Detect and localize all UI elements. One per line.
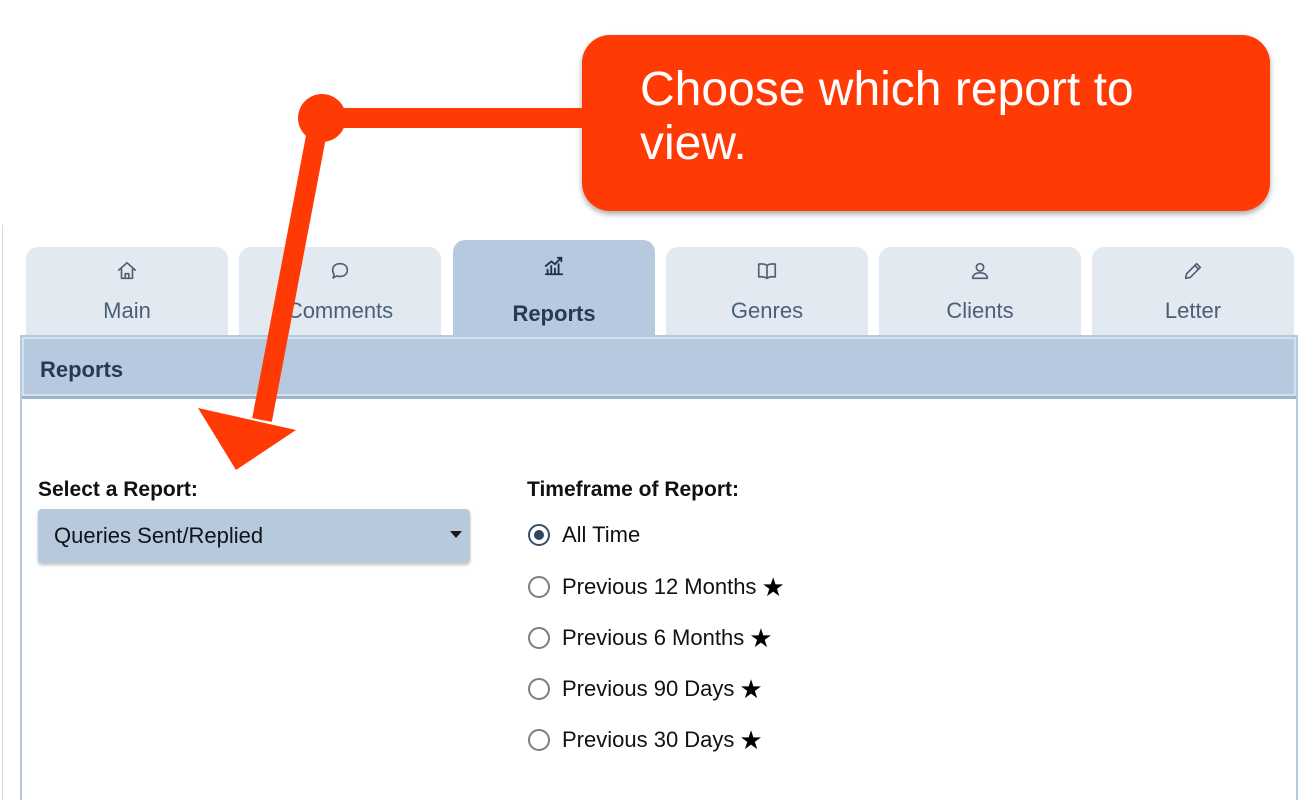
tab-label: Letter — [1164, 298, 1222, 323]
report-select-dropdown[interactable]: Queries Sent/Replied — [38, 509, 470, 563]
radio-button[interactable] — [528, 627, 550, 649]
tab-main[interactable]: Main — [26, 247, 228, 335]
tab-label: Main — [103, 298, 151, 323]
radio-button[interactable] — [528, 729, 550, 751]
tab-label: Clients — [946, 298, 1014, 323]
radio-label: Previous 90 Days — [562, 676, 735, 701]
radio-button-checked[interactable] — [528, 524, 550, 546]
tab-label: Genres — [730, 298, 804, 323]
timeframe-option[interactable]: Previous 90 Days ★ — [528, 674, 763, 704]
chart-icon — [453, 254, 655, 278]
user-icon — [879, 259, 1081, 283]
annotation-text: Choose which report to view. — [640, 63, 1134, 170]
radio-label: Previous 30 Days — [562, 727, 735, 752]
tab-reports[interactable]: Reports — [453, 240, 655, 336]
star-icon: ★ — [761, 572, 785, 602]
timeframe-option[interactable]: Previous 6 Months ★ — [528, 623, 773, 653]
panel-header: Reports — [22, 337, 1296, 399]
star-icon: ★ — [739, 674, 763, 704]
select-report-label: Select a Report: — [38, 478, 198, 501]
book-icon — [666, 259, 868, 283]
tab-genres[interactable]: Genres — [666, 247, 868, 335]
panel-title: Reports — [40, 357, 124, 382]
timeframe-option[interactable]: All Time — [528, 520, 640, 550]
star-icon: ★ — [749, 623, 773, 653]
radio-label: All Time — [562, 522, 641, 547]
home-icon — [26, 259, 228, 283]
timeframe-label: Timeframe of Report: — [527, 478, 739, 501]
caret-down-icon — [450, 531, 462, 538]
star-icon: ★ — [739, 725, 763, 755]
tab-clients[interactable]: Clients — [879, 247, 1081, 335]
reports-page: Main Comments Reports Genres Clients Let… — [0, 0, 1301, 800]
tab-comments[interactable]: Comments — [239, 247, 441, 335]
timeframe-option[interactable]: Previous 30 Days ★ — [528, 725, 763, 755]
pencil-icon — [1092, 259, 1294, 283]
radio-label: Previous 12 Months — [562, 574, 757, 599]
radio-button[interactable] — [528, 678, 550, 700]
timeframe-option[interactable]: Previous 12 Months ★ — [528, 572, 785, 602]
annotation-callout: Choose which report to view. — [582, 35, 1270, 211]
radio-button[interactable] — [528, 576, 550, 598]
tab-letter[interactable]: Letter — [1092, 247, 1294, 335]
tab-label: Reports — [512, 301, 596, 326]
report-select-value: Queries Sent/Replied — [54, 523, 264, 548]
tab-label: Comments — [286, 298, 394, 323]
radio-label: Previous 6 Months — [562, 625, 745, 650]
left-divider — [2, 225, 3, 800]
speech-bubble-icon — [239, 259, 441, 283]
